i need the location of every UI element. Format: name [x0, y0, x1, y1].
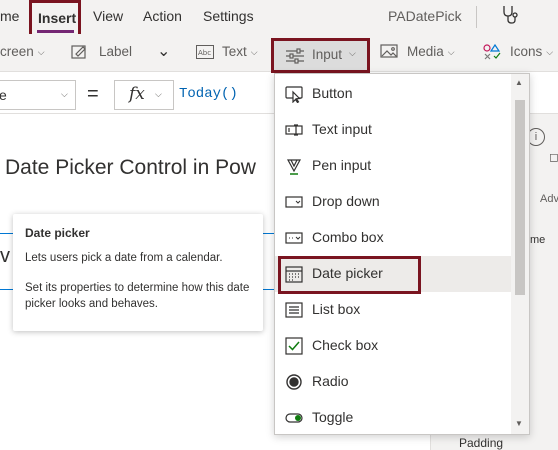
media-label: Media: [407, 44, 444, 59]
icons-label: Icons: [510, 44, 543, 59]
menu-item-text-input[interactable]: Text input: [275, 112, 511, 148]
menu-item-combo-box[interactable]: Combo box: [275, 220, 511, 256]
fx-icon: fx: [129, 84, 145, 104]
canvas-title-label[interactable]: Date Picker Control in Pow: [5, 156, 256, 180]
menu-item-toggle[interactable]: Toggle: [275, 400, 511, 436]
chevron-down-icon: ⌵: [546, 46, 554, 57]
tooltip-title: Date picker: [25, 226, 90, 240]
tooltip-description: Lets users pick a date from a calendar.: [25, 252, 223, 264]
media-button[interactable]: Media ⌵: [407, 44, 455, 59]
tab-action[interactable]: Action: [143, 8, 182, 24]
menu-item-label: Drop down: [312, 193, 380, 209]
menu-item-check-box[interactable]: Check box: [275, 328, 511, 364]
tab-insert-underline: [37, 30, 74, 33]
menu-item-button[interactable]: Button: [275, 76, 511, 112]
tooltip-details: Set its properties to determine how this…: [25, 282, 250, 310]
fx-button[interactable]: fx ⌵: [114, 80, 174, 110]
combobox-icon: [285, 229, 303, 247]
scrollbar-thumb[interactable]: [515, 100, 525, 295]
tab-home[interactable]: me: [0, 8, 19, 24]
chevron-down-icon: ⌵: [61, 89, 68, 99]
pen-icon: [285, 157, 303, 175]
text-label: Text: [222, 44, 247, 59]
tab-insert[interactable]: Insert: [38, 10, 76, 26]
menu-item-label: Text input: [312, 121, 372, 137]
media-image-icon: [380, 43, 398, 62]
panel-icon[interactable]: ◻: [549, 150, 558, 164]
chevron-down-icon: ⌵: [155, 89, 162, 99]
chevron-down-icon[interactable]: ⌄: [157, 41, 170, 61]
svg-text:Abc: Abc: [198, 49, 211, 57]
menu-item-pen-input[interactable]: Pen input: [275, 148, 511, 184]
icons-shapes-icon: [482, 43, 502, 64]
chevron-down-icon: ⌵: [349, 48, 356, 58]
menu-item-label: Pen input: [312, 157, 372, 173]
radio-icon: [285, 373, 303, 391]
stethoscope-icon[interactable]: [500, 4, 520, 29]
new-screen-button[interactable]: creen ⌵: [0, 44, 45, 59]
label-edit-icon: [71, 43, 87, 62]
text-abc-icon: Abc: [196, 45, 214, 62]
tab-view[interactable]: View: [93, 8, 123, 24]
padding-label: Padding: [459, 436, 504, 450]
top-menu-bar: me Insert View Action Settings PADatePic…: [0, 0, 558, 42]
menu-item-label: Toggle: [312, 409, 354, 425]
chevron-down-icon: ⌵: [447, 46, 455, 57]
equals-sign: =: [87, 83, 99, 105]
input-button[interactable]: Input ⌵: [271, 38, 370, 73]
menu-item-drop-down[interactable]: Drop down: [275, 184, 511, 220]
toggle-icon: [285, 409, 303, 427]
property-label: me: [530, 234, 546, 246]
input-label: Input: [312, 47, 343, 62]
text-button[interactable]: Text ⌵: [222, 44, 258, 59]
property-value: e: [0, 87, 7, 103]
icons-button[interactable]: Icons ⌵: [510, 44, 553, 59]
menu-item-list-box[interactable]: List box: [275, 292, 511, 328]
dropdown-icon: [285, 193, 303, 211]
menu-item-radio[interactable]: Radio: [275, 364, 511, 400]
input-dropdown-menu: Button Text input Pen input Drop down Co…: [274, 73, 530, 435]
chevron-down-icon: ⌵: [250, 46, 258, 57]
advanced-tab[interactable]: Adv: [540, 193, 558, 205]
label-button[interactable]: Label: [99, 44, 132, 59]
scroll-up-icon[interactable]: ▲: [515, 78, 523, 87]
menu-item-label: Button: [312, 85, 353, 101]
date-picker-tooltip: Date picker Lets users pick a date from …: [13, 214, 263, 331]
new-screen-label: creen: [0, 44, 34, 59]
app-name: PADatePick: [388, 8, 462, 24]
menu-item-label: Check box: [312, 337, 379, 353]
scroll-down-icon[interactable]: ▼: [515, 419, 523, 428]
divider: [476, 6, 477, 28]
menu-item-label: Radio: [312, 373, 349, 389]
chevron-down-icon: ⌵: [37, 46, 45, 57]
checkbox-icon: [285, 337, 303, 355]
listbox-icon: [285, 301, 303, 319]
text-input-icon: [285, 121, 303, 139]
menu-item-label: List box: [312, 301, 361, 317]
formula-input[interactable]: Today(): [179, 86, 238, 102]
input-sliders-icon: [286, 48, 304, 64]
tab-settings[interactable]: Settings: [203, 8, 254, 24]
canvas-control-text: v: [0, 245, 10, 267]
property-dropdown[interactable]: e ⌵: [0, 80, 76, 110]
menu-item-label: Combo box: [312, 229, 384, 245]
button-icon: [285, 85, 303, 104]
date-picker-highlight: [278, 256, 421, 294]
